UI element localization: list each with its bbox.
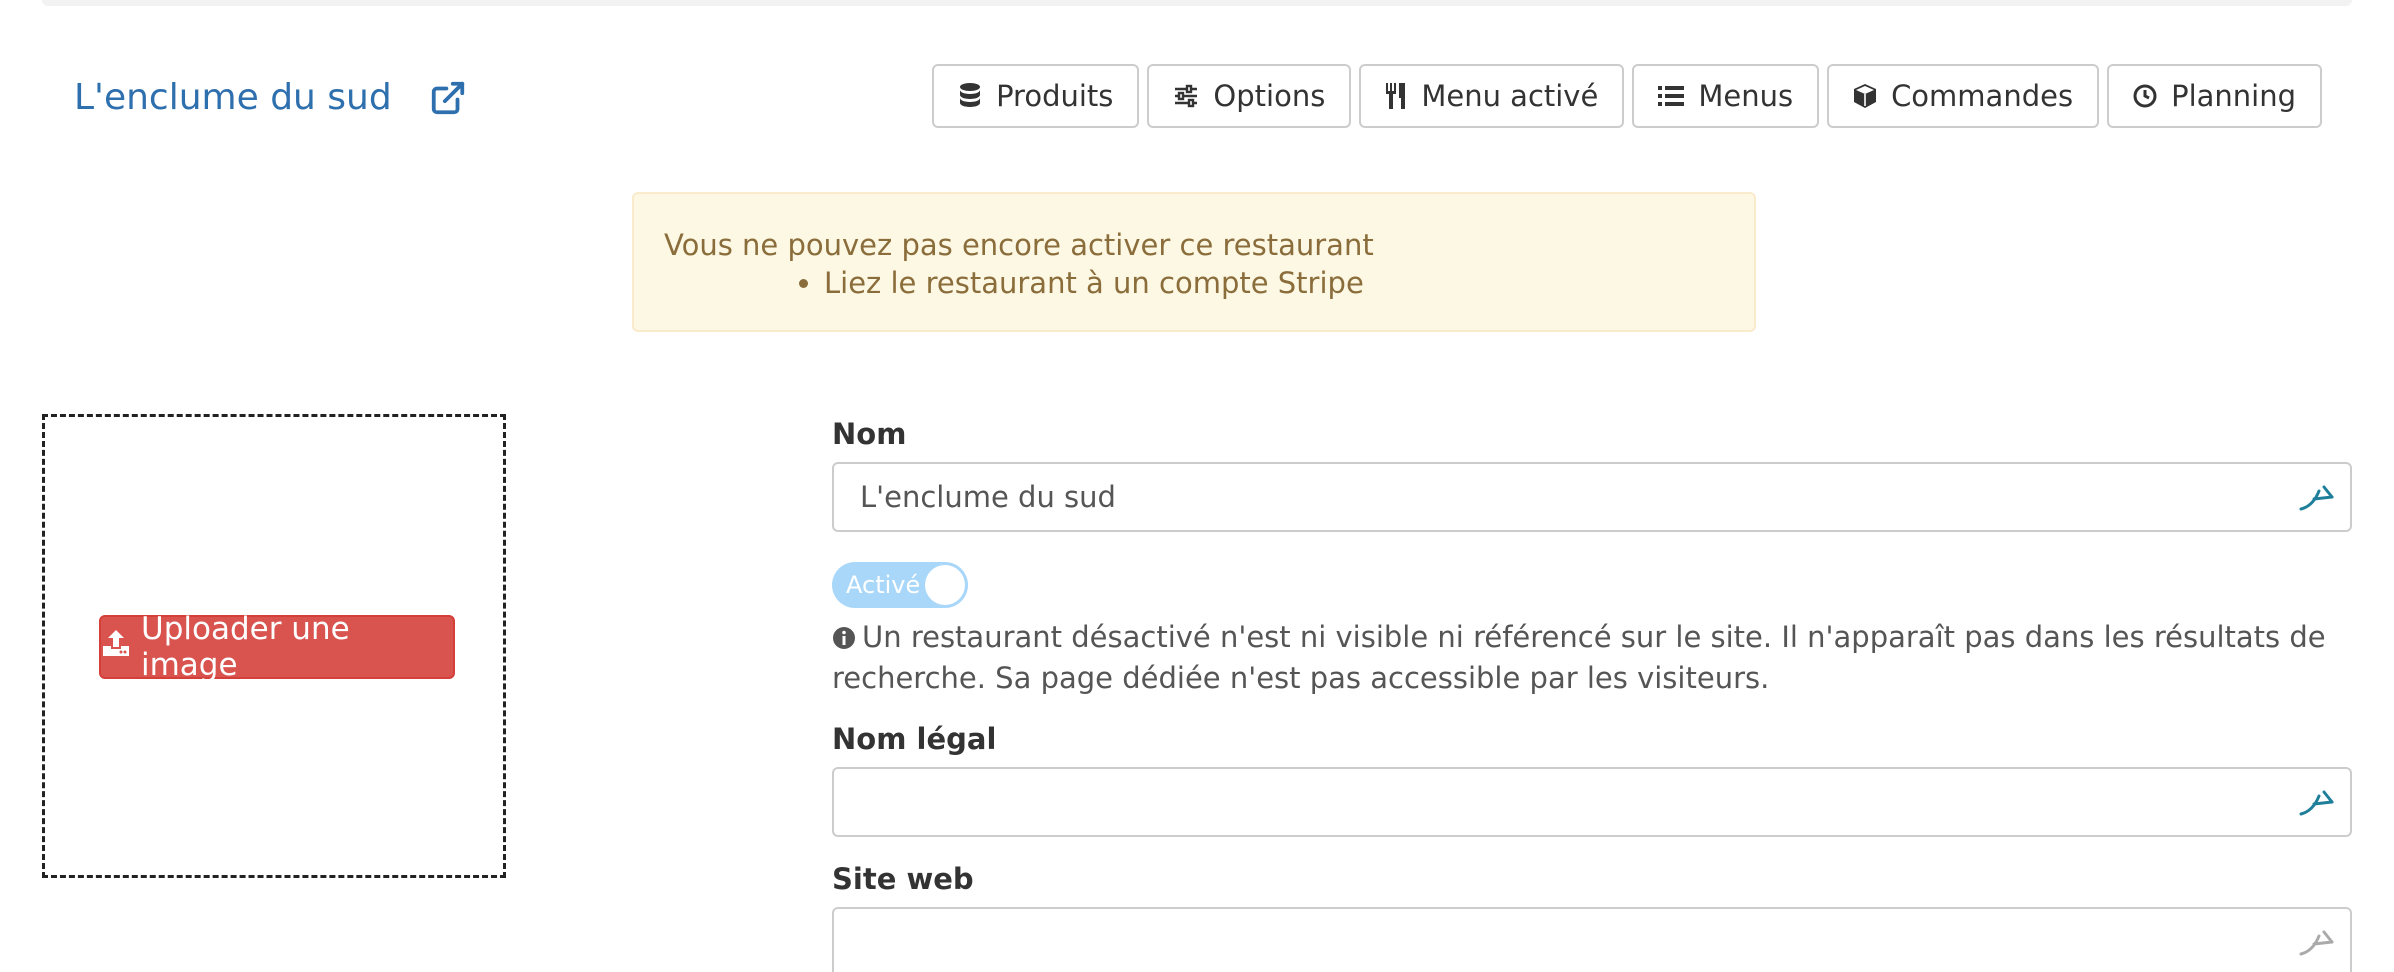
restaurant-header: L'enclume du sud — [74, 74, 468, 122]
name-label: Nom — [832, 417, 907, 451]
restaurant-nav: Produits Options Menu activé Menus Comma… — [932, 64, 2322, 128]
active-toggle-label: Activé — [846, 571, 921, 599]
help-text: Un restaurant désactivé n'est ni visible… — [832, 620, 2326, 695]
upload-image-button[interactable]: Uploader une image — [99, 611, 455, 683]
clock-icon — [2133, 84, 2157, 108]
planning-button[interactable]: Planning — [2107, 64, 2322, 128]
menus-button[interactable]: Menus — [1632, 64, 1820, 128]
top-panel-edge — [42, 0, 2352, 6]
produits-label: Produits — [996, 79, 1114, 113]
alert-message: Vous ne pouvez pas encore activer ce res… — [664, 228, 1374, 262]
autofill-tool-icon[interactable] — [2298, 787, 2336, 819]
alert-list: Liez le restaurant à un compte Stripe — [664, 264, 1724, 302]
autofill-tool-icon[interactable] — [2298, 927, 2336, 959]
produits-button[interactable]: Produits — [932, 64, 1140, 128]
activation-warning-alert: Vous ne pouvez pas encore activer ce res… — [632, 192, 1756, 332]
menus-label: Menus — [1698, 79, 1794, 113]
upload-image-label: Uploader une image — [141, 611, 350, 683]
website-input[interactable] — [832, 907, 2352, 972]
external-link-icon[interactable] — [428, 78, 468, 118]
autofill-tool-icon[interactable] — [2298, 482, 2336, 514]
database-icon — [958, 82, 982, 110]
list-icon — [1658, 85, 1685, 107]
legal-name-label: Nom légal — [832, 722, 997, 756]
options-label: Options — [1213, 79, 1326, 113]
menu-active-button[interactable]: Menu activé — [1359, 64, 1625, 128]
active-toggle[interactable]: Activé — [832, 562, 968, 608]
upload-icon — [101, 629, 131, 665]
website-label: Site web — [832, 862, 974, 896]
active-help-text: Un restaurant désactivé n'est ni visible… — [832, 618, 2352, 697]
sliders-icon — [1173, 84, 1199, 108]
name-input-value: L'enclume du sud — [860, 480, 1116, 514]
planning-label: Planning — [2171, 79, 2296, 113]
page: L'enclume du sud Produits Options Menu a… — [0, 0, 2394, 972]
cube-icon — [1853, 83, 1877, 109]
name-input[interactable]: L'enclume du sud — [832, 462, 2352, 532]
toggle-knob — [925, 565, 965, 605]
info-icon — [832, 621, 856, 659]
image-dropzone[interactable]: Uploader une image — [42, 414, 506, 878]
alert-list-item: Liez le restaurant à un compte Stripe — [824, 264, 1724, 302]
commandes-label: Commandes — [1891, 79, 2074, 113]
legal-name-input[interactable] — [832, 767, 2352, 837]
cutlery-icon — [1385, 82, 1407, 110]
restaurant-title-link[interactable]: L'enclume du sud — [74, 74, 392, 122]
menu-active-label: Menu activé — [1421, 79, 1599, 113]
options-button[interactable]: Options — [1147, 64, 1352, 128]
restaurant-form: Nom L'enclume du sud Activé Un restauran… — [832, 414, 2354, 972]
commandes-button[interactable]: Commandes — [1827, 64, 2100, 128]
